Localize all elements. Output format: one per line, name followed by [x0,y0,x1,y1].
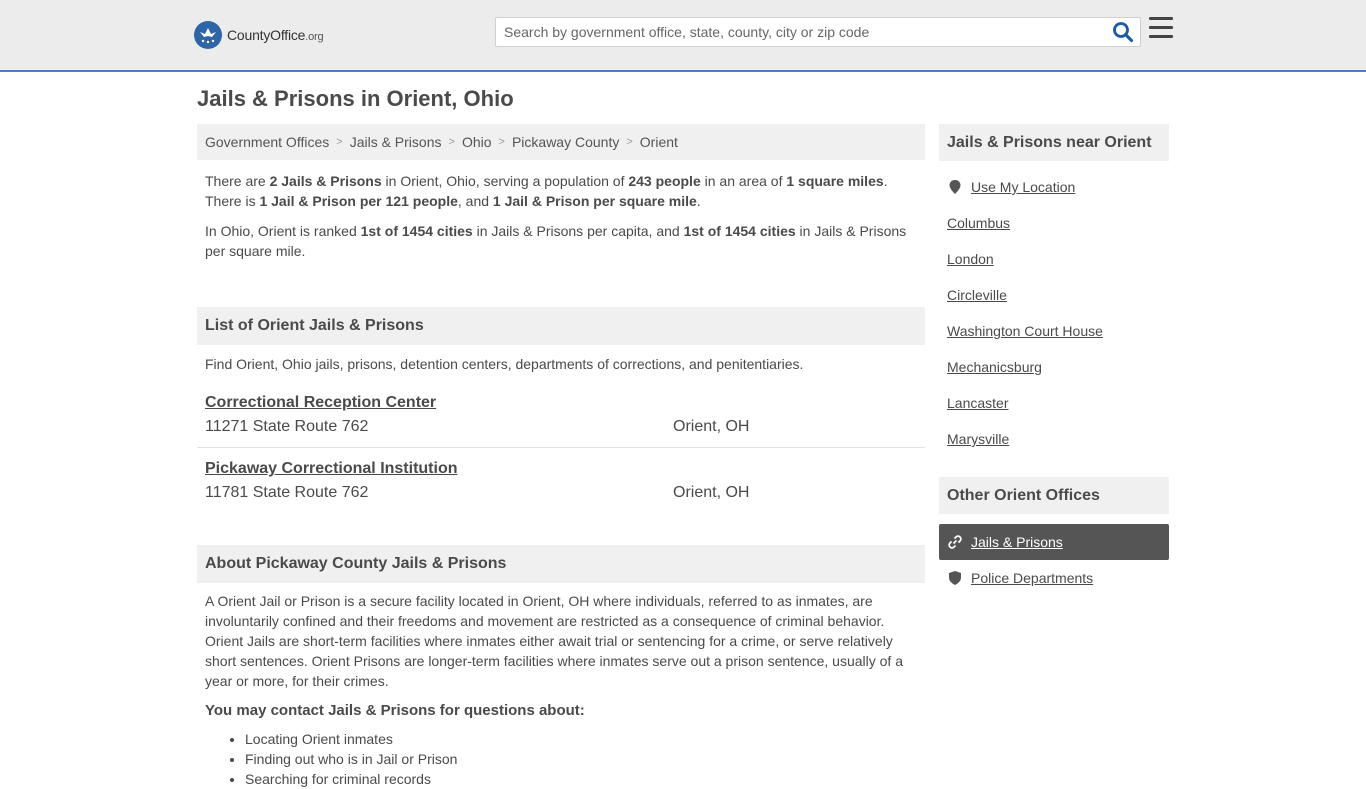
breadcrumb-link[interactable]: Government Offices [205,134,329,150]
sidebar-item-police[interactable]: Police Departments [939,560,1169,596]
intro-stats-paragraph: There are 2 Jails & Prisons in Orient, O… [197,171,925,211]
map-pin-icon [947,179,963,195]
intro-rank-paragraph: In Ohio, Orient is ranked 1st of 1454 ci… [197,221,925,261]
city-link[interactable]: Lancaster [947,395,1008,411]
list-section-heading: List of Orient Jails & Prisons [197,307,925,345]
listings: Correctional Reception Center 11271 Stat… [197,382,925,513]
use-location-link[interactable]: Use My Location [971,179,1075,195]
logo-main-text: CountyOffice [227,27,306,43]
hamburger-menu-icon[interactable] [1149,17,1175,43]
intro-text-segment: in Jails & Prisons per capita, and [472,223,684,239]
list-item: Searching for criminal records [245,769,925,789]
intro-text-segment: . [696,193,701,209]
list-item: Finding out who is in Jail or Prison [245,749,925,769]
breadcrumb-separator-icon: > [498,136,505,148]
link-icon [947,534,963,550]
contact-bullets: Locating Orient inmates Finding out who … [197,729,925,789]
search-icon [1113,22,1134,43]
breadcrumb-separator-icon: > [626,136,633,148]
breadcrumb-link[interactable]: Ohio [462,134,492,150]
sidebar-item-city[interactable]: Columbus [939,205,1169,241]
list-item: Pickaway Correctional Institution 11781 … [197,448,925,513]
about-section: A Orient Jail or Prison is a secure faci… [197,583,925,789]
about-section-heading: About Pickaway County Jails & Prisons [197,545,925,583]
city-link[interactable]: Columbus [947,215,1010,231]
sidebar-item-city[interactable]: Circleville [939,277,1169,313]
near-links-list: Columbus London Circleville Washington Cour… [939,205,1169,457]
breadcrumb: Government Offices > Jails & Prisons > Ohio >… [197,124,925,160]
list-item: Locating Orient inmates [245,729,925,749]
list-section-description: Find Orient, Ohio jails, prisons, detent… [205,356,804,372]
intro-text-segment: in an area of [700,173,787,189]
city-link[interactable]: Circleville [947,287,1007,303]
intro-text-segment: in Orient, Ohio, serving a population of [381,173,629,189]
breadcrumb-separator-icon: > [448,136,455,148]
intro-text-segment: In Ohio, Orient is ranked [205,223,361,239]
listing-name-link[interactable]: Pickaway Correctional Institution [205,460,458,478]
search-button[interactable] [1112,21,1134,43]
breadcrumb-separator-icon: > [336,136,343,148]
top-bar: CountyOffice.org [0,0,1366,72]
highlight-text: 1st of 1454 cities [360,223,473,239]
breadcrumb-link[interactable]: Orient [640,134,678,150]
highlight-text: 1 Jail & Prison per square mile [492,193,697,209]
listing-city: Orient, OH [673,484,750,501]
sidebar-item-city[interactable]: London [939,241,1169,277]
listing-address: 11271 State Route 762 [205,418,369,435]
highlight-text: 1 Jail & Prison per 121 people [259,193,458,209]
logo-domain-text: .org [305,31,324,43]
breadcrumb-link[interactable]: Pickaway County [512,134,619,150]
jails-prisons-link[interactable]: Jails & Prisons [971,534,1063,550]
site-logo[interactable]: CountyOffice.org [194,20,324,50]
highlight-text: 1st of 1454 cities [683,223,796,239]
search-box [495,17,1141,47]
highlight-text: 243 people [628,173,701,189]
page-title: Jails & Prisons in Orient, Ohio [197,86,514,111]
city-link[interactable]: Marysville [947,431,1009,447]
intro-text: There are 2 Jails & Prisons in Orient, O… [197,160,925,316]
highlight-text: 2 Jails & Prisons [269,173,382,189]
about-paragraph: A Orient Jail or Prison is a secure faci… [205,593,903,689]
sidebar-near-heading: Jails & Prisons near Orient [939,124,1169,161]
search-input[interactable] [504,22,1094,42]
intro-text-segment: , and [457,193,493,209]
sidebar-item-city[interactable]: Washington Court House [939,313,1169,349]
listing-city: Orient, OH [673,418,750,435]
logo-badge-icon [194,21,222,49]
logo-text: CountyOffice.org [227,27,324,43]
listing-name-link[interactable]: Correctional Reception Center [205,394,436,412]
highlight-text: 1 square miles [786,173,884,189]
sidebar-other-heading: Other Orient Offices [939,477,1169,514]
listing-address: 11781 State Route 762 [205,484,369,501]
sidebar-item-city[interactable]: Mechanicsburg [939,349,1169,385]
list-item: Correctional Reception Center 11271 Stat… [197,382,925,448]
city-link[interactable]: Mechanicsburg [947,359,1042,375]
sidebar-item-city[interactable]: Lancaster [939,385,1169,421]
city-link[interactable]: London [947,251,994,267]
intro-text-segment: There are [205,173,270,189]
shield-icon [947,570,963,586]
sidebar: Jails & Prisons near Orient Use My Locat… [939,124,1169,596]
city-link[interactable]: Washington Court House [947,323,1103,339]
sidebar-item-city[interactable]: Marysville [939,421,1169,457]
contact-heading: You may contact Jails & Prisons for ques… [205,702,585,719]
sidebar-item-jails-prisons[interactable]: Jails & Prisons [939,524,1169,560]
sidebar-item-use-location[interactable]: Use My Location [939,169,1169,205]
main-content: Government Offices > Jails & Prisons > Ohio >… [197,124,925,789]
breadcrumb-link[interactable]: Jails & Prisons [350,134,442,150]
police-departments-link[interactable]: Police Departments [971,570,1093,586]
